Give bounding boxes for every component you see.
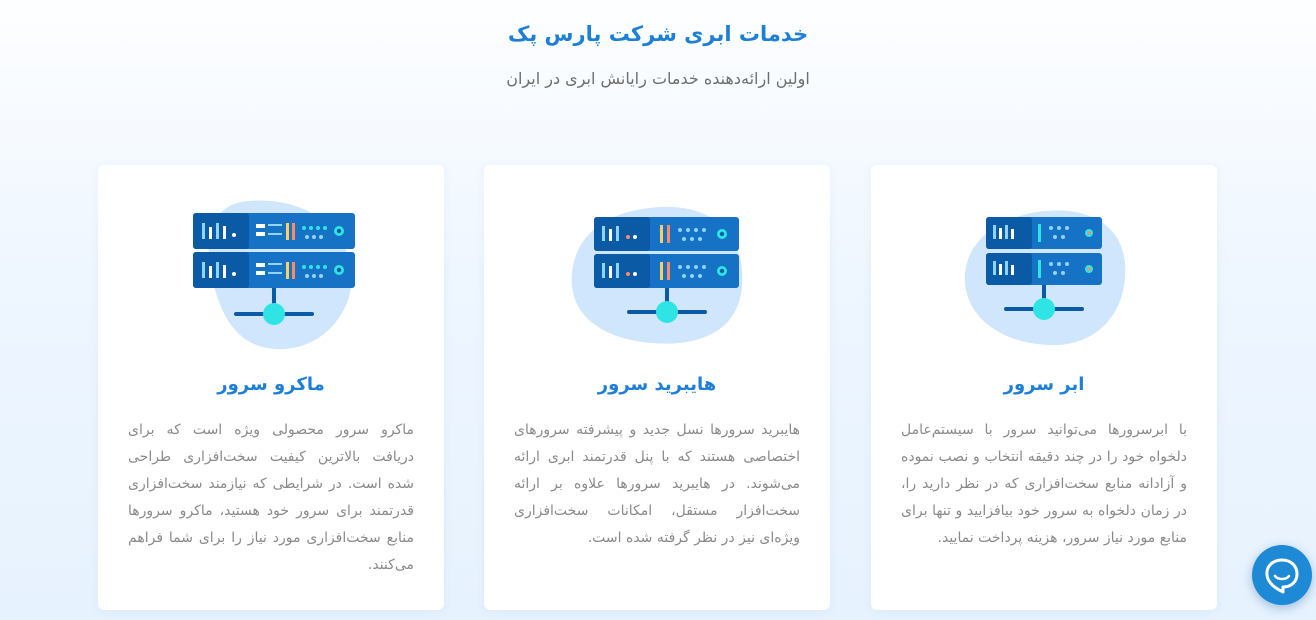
card-cloud-server[interactable]: ابر سرور با ابرسرورها می‌توانید سرور با … xyxy=(871,165,1217,610)
cloud-server-icon xyxy=(871,197,1217,357)
chat-button[interactable] xyxy=(1252,545,1312,605)
macro-server-icon xyxy=(98,197,444,357)
page-subtitle: اولین ارائه‌دهنده خدمات رایانش ابری در ا… xyxy=(506,69,810,88)
card-description: با ابرسرورها می‌توانید سرور با سیستم‌عام… xyxy=(901,422,1187,546)
card-description: هایبرید سرورها نسل جدید و پیشرفته سرورها… xyxy=(514,422,800,546)
card-title[interactable]: ابر سرور xyxy=(871,370,1217,400)
card-macro-server[interactable]: ماکرو سرور ماکرو سرور محصولی ویژه است که… xyxy=(98,165,444,610)
card-title[interactable]: هایبرید سرور xyxy=(484,370,830,400)
card-description: ماکرو سرور محصولی ویژه است که برای دریاف… xyxy=(128,422,414,573)
card-title[interactable]: ماکرو سرور xyxy=(98,370,444,400)
hybrid-server-icon xyxy=(484,197,830,357)
card-hybrid-server[interactable]: هایبرید سرور هایبرید سرورها نسل جدید و پ… xyxy=(484,165,830,610)
page-title: خدمات ابری شرکت پارس پک xyxy=(507,22,809,46)
chat-bubble-icon xyxy=(1265,558,1299,594)
